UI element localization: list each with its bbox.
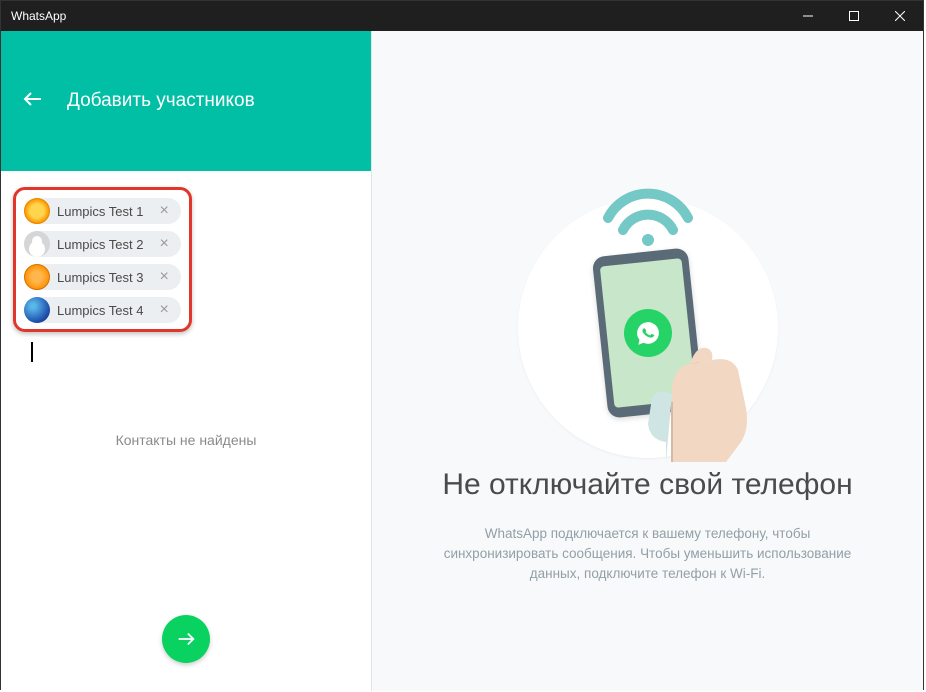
participant-chip: Lumpics Test 4 × <box>24 297 181 323</box>
window-title: WhatsApp <box>11 9 785 23</box>
intro-illustration <box>498 178 798 438</box>
avatar <box>24 231 50 257</box>
remove-chip-icon[interactable]: × <box>155 269 172 285</box>
participant-name: Lumpics Test 1 <box>57 204 155 219</box>
selected-participants-area: Lumpics Test 1 × Lumpics Test 2 × Lumpic… <box>1 171 371 372</box>
window-controls <box>785 1 923 31</box>
participant-chip: Lumpics Test 3 × <box>24 264 181 290</box>
right-panel: Не отключайте свой телефон WhatsApp подк… <box>371 31 923 691</box>
intro-title: Не отключайте свой телефон <box>442 468 852 502</box>
left-header: Добавить участников <box>1 31 371 171</box>
participant-name: Lumpics Test 3 <box>57 270 155 285</box>
left-panel: Добавить участников Lumpics Test 1 × Lum… <box>1 31 371 691</box>
remove-chip-icon[interactable]: × <box>155 236 172 252</box>
back-arrow-icon[interactable] <box>21 87 45 116</box>
hand-illustration <box>642 312 772 462</box>
avatar <box>24 264 50 290</box>
avatar <box>24 297 50 323</box>
no-contacts-message: Контакты не найдены <box>1 432 371 448</box>
annotation-highlight: Lumpics Test 1 × Lumpics Test 2 × Lumpic… <box>13 187 192 332</box>
panel-title: Добавить участников <box>67 90 255 112</box>
participant-chip: Lumpics Test 2 × <box>24 231 181 257</box>
participant-name: Lumpics Test 4 <box>57 303 155 318</box>
app-body: Добавить участников Lumpics Test 1 × Lum… <box>1 31 923 691</box>
remove-chip-icon[interactable]: × <box>155 302 172 318</box>
participant-name: Lumpics Test 2 <box>57 237 155 252</box>
wifi-icon <box>588 178 708 253</box>
maximize-button[interactable] <box>831 1 877 31</box>
close-window-button[interactable] <box>877 1 923 31</box>
avatar <box>24 198 50 224</box>
search-input[interactable] <box>31 342 33 362</box>
arrow-right-icon <box>175 628 197 650</box>
titlebar: WhatsApp <box>1 1 923 31</box>
participant-chip: Lumpics Test 1 × <box>24 198 181 224</box>
app-window: WhatsApp Добавить участников <box>0 0 924 690</box>
remove-chip-icon[interactable]: × <box>155 203 172 219</box>
minimize-button[interactable] <box>785 1 831 31</box>
confirm-button[interactable] <box>162 615 210 663</box>
intro-description: WhatsApp подключается к вашему телефону,… <box>438 524 858 585</box>
